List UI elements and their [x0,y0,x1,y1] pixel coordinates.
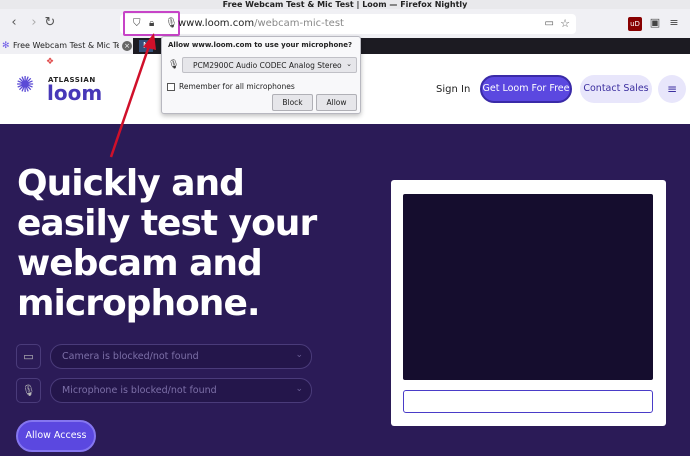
loom-logo-icon: ✺ [16,73,35,98]
chevron-down-icon: ⌄ [295,384,303,394]
microphone-select-value: Microphone is blocked/not found [62,385,217,396]
allow-button[interactable]: Allow [316,94,357,111]
tab-title: Free Webcam Test & Mic Test | Loom [13,41,119,50]
video-preview [403,194,653,380]
sign-in-link[interactable]: Sign In [436,84,470,95]
ublock-icon[interactable]: uD [628,17,642,31]
block-button[interactable]: Block [272,94,313,111]
permission-popup: Allow www.loom.com to use your microphon… [161,36,361,114]
hamburger-icon: ≡ [666,82,678,96]
get-loom-button[interactable]: Get Loom For Free [480,75,572,103]
contact-sales-button[interactable]: Contact Sales [580,75,652,103]
url-path: /webcam-mic-test [254,18,344,29]
lock-icon[interactable]: 🔒︎ [149,18,154,29]
containers-icon[interactable]: ▣ [648,16,662,30]
reader-view-icon[interactable]: ▭ [545,18,554,29]
loom-favicon-icon: ✻ [2,41,10,51]
menu-icon[interactable]: ≡ [667,16,681,30]
navigation-toolbar: ‹ › ↻ ⛉ 🔒︎ 🎙︎ www.loom.com/webcam-mic-te… [0,9,690,38]
remember-label: Remember for all microphones [179,82,295,91]
bookmark-star-icon[interactable]: ☆ [560,17,570,30]
forward-button[interactable]: › [26,15,42,31]
allow-access-button[interactable]: Allow Access [16,420,96,452]
microphone-icon[interactable]: 🎙︎ [165,18,178,29]
microphone-device-icon: 🎙︎ [16,378,41,403]
microphone-icon: 🎙︎ [168,60,180,70]
camera-select[interactable]: Camera is blocked/not found ⌄ [50,344,312,369]
chevron-down-icon: ⌄ [346,60,352,68]
back-icon: ‹ [11,15,17,30]
window-title: Free Webcam Test & Mic Test | Loom — Fir… [0,0,690,9]
site-menu-button[interactable]: ≡ [658,75,686,103]
forward-icon: › [31,15,37,30]
preview-card [391,180,666,426]
remember-checkbox[interactable] [167,83,175,91]
shield-icon[interactable]: ⛉ [133,18,141,29]
device-name: PCM2900C Audio CODEC Analog Stereo [193,61,342,70]
hero-headline: Quickly and easily test your webcam and … [17,163,317,324]
camera-icon: ▭ [16,344,41,369]
url-bar[interactable]: ⛉ 🔒︎ 🎙︎ www.loom.com/webcam-mic-test ▭ ☆ [120,11,576,36]
chevron-down-icon: ⌄ [295,350,303,360]
url-text[interactable]: www.loom.com/webcam-mic-test [178,18,344,29]
tab-loom[interactable]: ✻ Free Webcam Test & Mic Test | Loom × [0,38,133,54]
tab-close-icon[interactable]: × [122,41,132,51]
camera-select-value: Camera is blocked/not found [62,351,199,362]
notification-icon: ❖ [46,57,55,67]
audio-level-bar [403,390,653,413]
logo-loom-text: loom [47,81,103,105]
tab-second[interactable]: N [139,40,153,52]
back-button[interactable]: ‹ [6,15,22,31]
microphone-select[interactable]: Microphone is blocked/not found ⌄ [50,378,312,403]
reload-button[interactable]: ↻ [42,15,58,31]
microphone-device-select[interactable]: PCM2900C Audio CODEC Analog Stereo ⌄ [182,57,357,73]
url-host: www.loom.com [178,18,255,29]
permission-title: Allow www.loom.com to use your microphon… [168,41,353,49]
hero-section: Quickly and easily test your webcam and … [0,124,690,456]
reload-icon: ↻ [44,15,56,30]
